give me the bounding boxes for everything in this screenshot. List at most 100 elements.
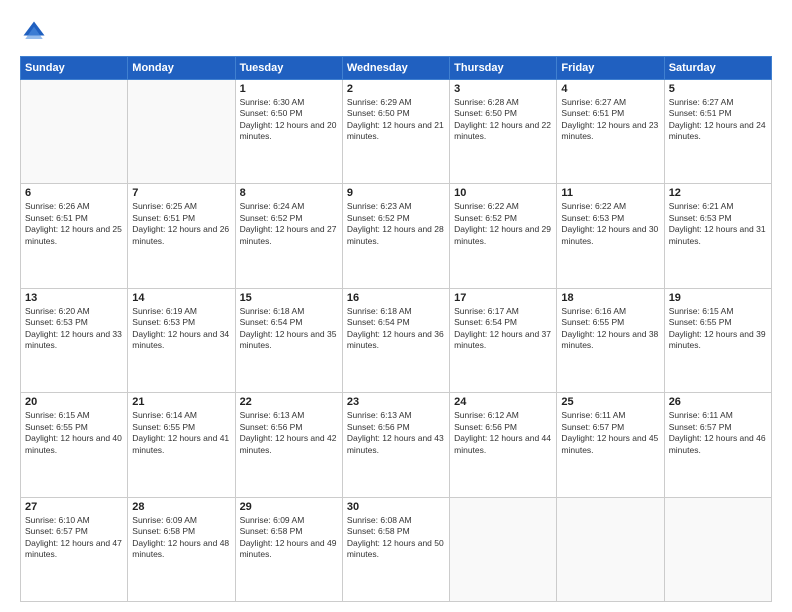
calendar-cell: 13 Sunrise: 6:20 AMSunset: 6:53 PMDayligh… — [21, 288, 128, 392]
day-number: 24 — [454, 396, 552, 408]
day-number: 19 — [669, 292, 767, 304]
calendar-cell: 15 Sunrise: 6:18 AMSunset: 6:54 PMDayligh… — [235, 288, 342, 392]
calendar-cell: 17 Sunrise: 6:17 AMSunset: 6:54 PMDayligh… — [450, 288, 557, 392]
calendar-cell: 25 Sunrise: 6:11 AMSunset: 6:57 PMDayligh… — [557, 393, 664, 497]
day-info: Sunrise: 6:22 AMSunset: 6:53 PMDaylight:… — [561, 201, 659, 247]
day-info: Sunrise: 6:30 AMSunset: 6:50 PMDaylight:… — [240, 97, 338, 143]
day-info: Sunrise: 6:25 AMSunset: 6:51 PMDaylight:… — [132, 201, 230, 247]
day-info: Sunrise: 6:16 AMSunset: 6:55 PMDaylight:… — [561, 306, 659, 352]
day-info: Sunrise: 6:20 AMSunset: 6:53 PMDaylight:… — [25, 306, 123, 352]
calendar-cell: 3 Sunrise: 6:28 AMSunset: 6:50 PMDaylight… — [450, 80, 557, 184]
day-number: 3 — [454, 83, 552, 95]
calendar-cell: 26 Sunrise: 6:11 AMSunset: 6:57 PMDayligh… — [664, 393, 771, 497]
day-number: 6 — [25, 187, 123, 199]
day-number: 27 — [25, 501, 123, 513]
calendar-cell — [664, 497, 771, 601]
page: SundayMondayTuesdayWednesdayThursdayFrid… — [0, 0, 792, 612]
calendar-cell — [557, 497, 664, 601]
calendar-table: SundayMondayTuesdayWednesdayThursdayFrid… — [20, 56, 772, 602]
calendar-row: 6 Sunrise: 6:26 AMSunset: 6:51 PMDaylight… — [21, 184, 772, 288]
calendar-cell: 20 Sunrise: 6:15 AMSunset: 6:55 PMDayligh… — [21, 393, 128, 497]
header — [20, 18, 772, 46]
calendar-cell: 8 Sunrise: 6:24 AMSunset: 6:52 PMDaylight… — [235, 184, 342, 288]
calendar-cell: 24 Sunrise: 6:12 AMSunset: 6:56 PMDayligh… — [450, 393, 557, 497]
day-number: 15 — [240, 292, 338, 304]
calendar-row: 13 Sunrise: 6:20 AMSunset: 6:53 PMDayligh… — [21, 288, 772, 392]
day-info: Sunrise: 6:15 AMSunset: 6:55 PMDaylight:… — [25, 410, 123, 456]
calendar-cell: 30 Sunrise: 6:08 AMSunset: 6:58 PMDayligh… — [342, 497, 449, 601]
day-number: 21 — [132, 396, 230, 408]
day-info: Sunrise: 6:11 AMSunset: 6:57 PMDaylight:… — [561, 410, 659, 456]
day-number: 28 — [132, 501, 230, 513]
day-info: Sunrise: 6:22 AMSunset: 6:52 PMDaylight:… — [454, 201, 552, 247]
day-number: 12 — [669, 187, 767, 199]
calendar-cell: 27 Sunrise: 6:10 AMSunset: 6:57 PMDayligh… — [21, 497, 128, 601]
day-info: Sunrise: 6:09 AMSunset: 6:58 PMDaylight:… — [132, 515, 230, 561]
calendar-cell: 16 Sunrise: 6:18 AMSunset: 6:54 PMDayligh… — [342, 288, 449, 392]
day-number: 16 — [347, 292, 445, 304]
calendar-cell: 4Sunrise: 6:27 AMSunset: 6:51 PMDaylight… — [557, 80, 664, 184]
day-number: 11 — [561, 187, 659, 199]
day-number: 14 — [132, 292, 230, 304]
day-info: Sunrise: 6:09 AMSunset: 6:58 PMDaylight:… — [240, 515, 338, 561]
calendar-row: 20 Sunrise: 6:15 AMSunset: 6:55 PMDayligh… — [21, 393, 772, 497]
day-info: Sunrise: 6:17 AMSunset: 6:54 PMDaylight:… — [454, 306, 552, 352]
day-number: 30 — [347, 501, 445, 513]
day-number: 9 — [347, 187, 445, 199]
day-info: Sunrise: 6:18 AMSunset: 6:54 PMDaylight:… — [347, 306, 445, 352]
weekday-header: Thursday — [450, 57, 557, 80]
day-number: 18 — [561, 292, 659, 304]
day-info: Sunrise: 6:10 AMSunset: 6:57 PMDaylight:… — [25, 515, 123, 561]
calendar-cell: 5 Sunrise: 6:27 AMSunset: 6:51 PMDaylight… — [664, 80, 771, 184]
logo-icon — [20, 18, 48, 46]
calendar-cell: 7 Sunrise: 6:25 AMSunset: 6:51 PMDaylight… — [128, 184, 235, 288]
day-info: Sunrise: 6:18 AMSunset: 6:54 PMDaylight:… — [240, 306, 338, 352]
weekday-header: Friday — [557, 57, 664, 80]
weekday-header: Wednesday — [342, 57, 449, 80]
calendar-cell: 11 Sunrise: 6:22 AMSunset: 6:53 PMDayligh… — [557, 184, 664, 288]
day-info: Sunrise: 6:26 AMSunset: 6:51 PMDaylight:… — [25, 201, 123, 247]
calendar-cell: 28 Sunrise: 6:09 AMSunset: 6:58 PMDayligh… — [128, 497, 235, 601]
day-info: Sunrise: 6:27 AMSunset: 6:51 PMDaylight:… — [561, 97, 659, 143]
day-info: Sunrise: 6:13 AMSunset: 6:56 PMDaylight:… — [240, 410, 338, 456]
calendar-cell: 9 Sunrise: 6:23 AMSunset: 6:52 PMDaylight… — [342, 184, 449, 288]
day-number: 2 — [347, 83, 445, 95]
day-info: Sunrise: 6:21 AMSunset: 6:53 PMDaylight:… — [669, 201, 767, 247]
day-number: 25 — [561, 396, 659, 408]
day-number: 13 — [25, 292, 123, 304]
calendar-cell: 12 Sunrise: 6:21 AMSunset: 6:53 PMDayligh… — [664, 184, 771, 288]
logo — [20, 18, 52, 46]
day-number: 29 — [240, 501, 338, 513]
day-number: 23 — [347, 396, 445, 408]
day-info: Sunrise: 6:19 AMSunset: 6:53 PMDaylight:… — [132, 306, 230, 352]
calendar-cell: 2Sunrise: 6:29 AMSunset: 6:50 PMDaylight… — [342, 80, 449, 184]
calendar-cell: 6 Sunrise: 6:26 AMSunset: 6:51 PMDaylight… — [21, 184, 128, 288]
day-info: Sunrise: 6:14 AMSunset: 6:55 PMDaylight:… — [132, 410, 230, 456]
day-info: Sunrise: 6:08 AMSunset: 6:58 PMDaylight:… — [347, 515, 445, 561]
day-info: Sunrise: 6:12 AMSunset: 6:56 PMDaylight:… — [454, 410, 552, 456]
day-number: 26 — [669, 396, 767, 408]
day-info: Sunrise: 6:11 AMSunset: 6:57 PMDaylight:… — [669, 410, 767, 456]
calendar-cell: 21 Sunrise: 6:14 AMSunset: 6:55 PMDayligh… — [128, 393, 235, 497]
day-info: Sunrise: 6:28 AMSunset: 6:50 PMDaylight:… — [454, 97, 552, 143]
calendar-row: 1 Sunrise: 6:30 AMSunset: 6:50 PMDaylight… — [21, 80, 772, 184]
calendar-cell: 29 Sunrise: 6:09 AMSunset: 6:58 PMDayligh… — [235, 497, 342, 601]
calendar-cell: 19Sunrise: 6:15 AMSunset: 6:55 PMDayligh… — [664, 288, 771, 392]
day-number: 17 — [454, 292, 552, 304]
day-info: Sunrise: 6:23 AMSunset: 6:52 PMDaylight:… — [347, 201, 445, 247]
calendar-cell — [128, 80, 235, 184]
day-number: 10 — [454, 187, 552, 199]
weekday-header-row: SundayMondayTuesdayWednesdayThursdayFrid… — [21, 57, 772, 80]
day-info: Sunrise: 6:13 AMSunset: 6:56 PMDaylight:… — [347, 410, 445, 456]
day-info: Sunrise: 6:24 AMSunset: 6:52 PMDaylight:… — [240, 201, 338, 247]
day-number: 5 — [669, 83, 767, 95]
day-number: 1 — [240, 83, 338, 95]
calendar-row: 27 Sunrise: 6:10 AMSunset: 6:57 PMDayligh… — [21, 497, 772, 601]
day-number: 7 — [132, 187, 230, 199]
weekday-header: Tuesday — [235, 57, 342, 80]
day-info: Sunrise: 6:27 AMSunset: 6:51 PMDaylight:… — [669, 97, 767, 143]
day-number: 20 — [25, 396, 123, 408]
day-number: 8 — [240, 187, 338, 199]
calendar-cell: 10 Sunrise: 6:22 AMSunset: 6:52 PMDayligh… — [450, 184, 557, 288]
calendar-cell: 23 Sunrise: 6:13 AMSunset: 6:56 PMDayligh… — [342, 393, 449, 497]
